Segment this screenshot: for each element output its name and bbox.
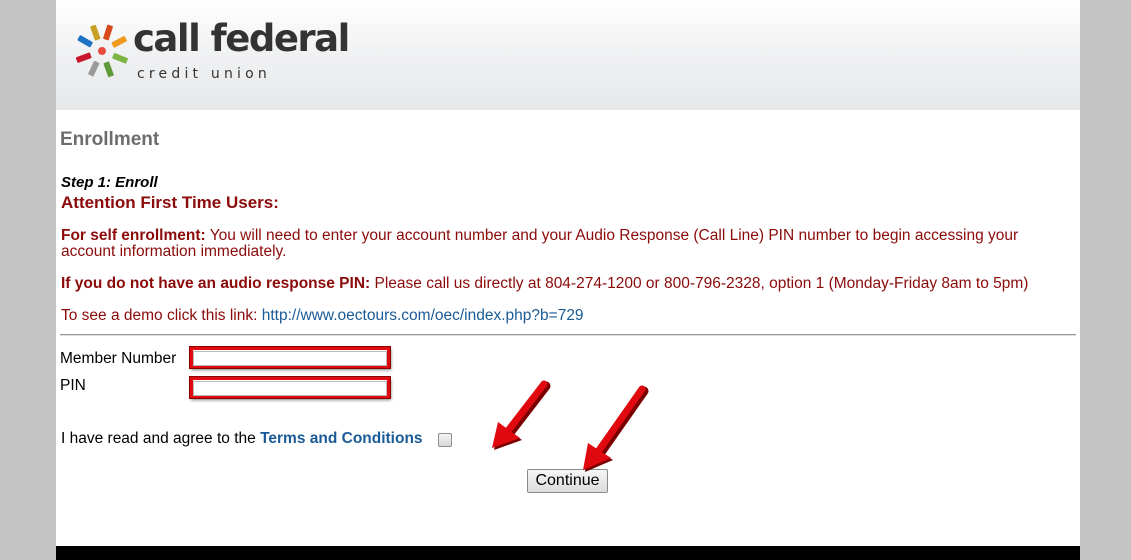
self-enrollment-label: For self enrollment: bbox=[61, 227, 206, 244]
starburst-logo-icon bbox=[76, 24, 128, 78]
header: call federal credit union bbox=[56, 0, 1080, 110]
no-pin-paragraph: If you do not have an audio response PIN… bbox=[61, 276, 1061, 292]
step-label: Step 1: Enroll bbox=[61, 174, 158, 191]
pin-label: PIN bbox=[60, 377, 86, 394]
terms-checkbox[interactable] bbox=[438, 433, 452, 447]
logo-tagline: credit union bbox=[137, 66, 271, 82]
member-number-input[interactable] bbox=[193, 350, 387, 366]
demo-link[interactable]: http://www.oectours.com/oec/index.php?b=… bbox=[262, 307, 584, 324]
divider bbox=[60, 334, 1076, 336]
footer-bar bbox=[56, 546, 1080, 560]
terms-agreement: I have read and agree to the Terms and C… bbox=[61, 430, 423, 448]
terms-agreement-text: I have read and agree to the bbox=[61, 430, 261, 447]
logo-wordmark: call federal bbox=[133, 17, 350, 60]
page-title: Enrollment bbox=[60, 129, 160, 150]
self-enrollment-paragraph: For self enrollment: You will need to en… bbox=[61, 228, 1061, 260]
attention-heading: Attention First Time Users: bbox=[61, 193, 279, 212]
no-pin-text: Please call us directly at 804-274-1200 … bbox=[370, 275, 1029, 292]
continue-button[interactable]: Continue bbox=[527, 469, 608, 493]
no-pin-label: If you do not have an audio response PIN… bbox=[61, 275, 371, 292]
call-federal-logo[interactable]: call federal credit union bbox=[76, 17, 350, 88]
pin-input[interactable] bbox=[193, 380, 387, 396]
page: call federal credit union Enrollment Ste… bbox=[56, 0, 1080, 560]
demo-text: To see a demo click this link: bbox=[61, 307, 262, 324]
member-number-label: Member Number bbox=[60, 350, 177, 367]
terms-and-conditions-link[interactable]: Terms and Conditions bbox=[260, 430, 422, 447]
member-number-field-highlight bbox=[190, 347, 390, 368]
demo-paragraph: To see a demo click this link: http://ww… bbox=[61, 308, 1061, 324]
pin-field-highlight bbox=[190, 377, 390, 398]
